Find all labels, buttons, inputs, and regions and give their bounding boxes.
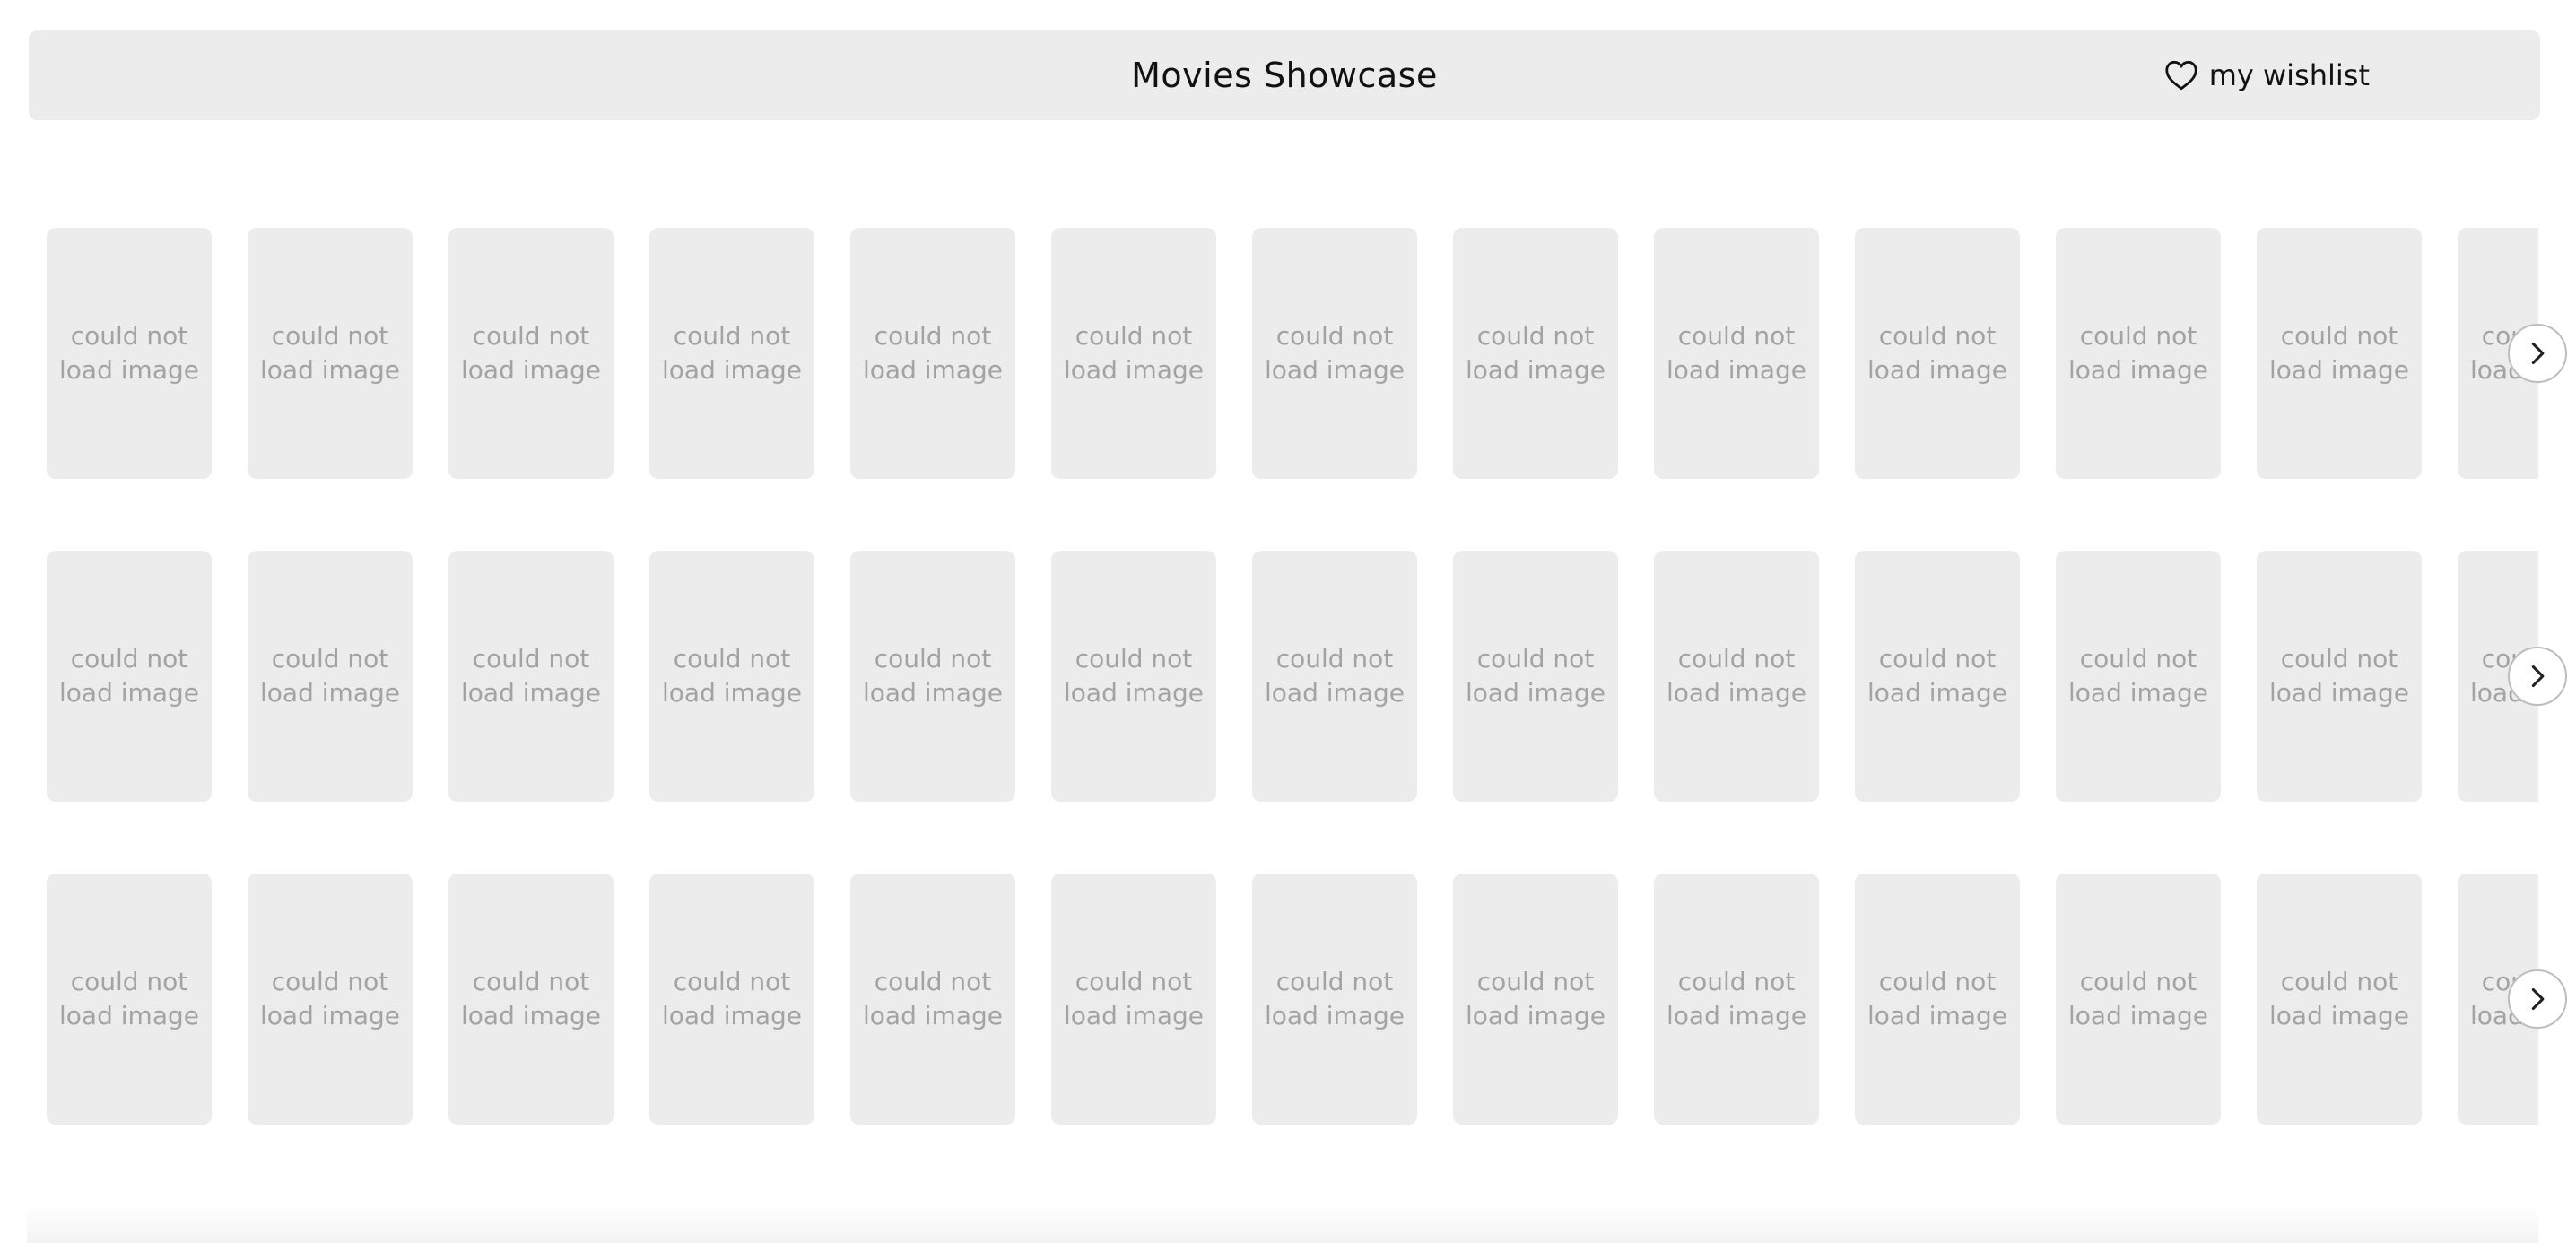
image-fallback-text: could not load image [2269,644,2409,708]
image-fallback-text: could not load image [863,967,1003,1030]
movie-card[interactable]: could not load image [1453,228,1618,479]
image-fallback-text: could not load image [1265,644,1405,708]
wishlist-link[interactable]: my wishlist [2164,30,2370,120]
movie-card[interactable]: could not load image [448,228,614,479]
image-fallback-text: could not load image [2269,321,2409,385]
movie-row: could not load image could not load image… [47,874,2567,1125]
image-fallback-text: could not load image [863,321,1003,385]
movie-card[interactable]: could not load image [448,874,614,1125]
image-fallback-text: could not load image [662,321,802,385]
movie-card[interactable]: could not load image [1252,228,1417,479]
image-fallback-text: could not load image [2068,644,2208,708]
image-fallback-text: could not load image [59,967,199,1030]
movie-card[interactable]: could not load image [1453,874,1618,1125]
movie-card[interactable]: could not load image [649,551,814,802]
movie-card[interactable]: could not load image [2257,874,2422,1125]
chevron-right-icon [2525,341,2550,366]
image-fallback-text: could not load image [2068,967,2208,1030]
image-fallback-text: could not load image [1867,644,2007,708]
next-button[interactable] [2508,969,2567,1029]
bottom-section-edge [27,1202,2538,1243]
movie-card[interactable]: could not load image [448,551,614,802]
image-fallback-text: could not load image [461,644,601,708]
image-fallback-text: could not load image [662,644,802,708]
image-fallback-text: could not load image [1867,967,2007,1030]
movie-card[interactable]: could not load image [248,874,413,1125]
movie-card[interactable]: could not load image [1855,551,2020,802]
movie-card[interactable]: could not load image [1051,551,1216,802]
movie-card[interactable]: could not load image [1654,874,1819,1125]
movie-card[interactable]: could not load image [1252,874,1417,1125]
movie-card[interactable]: could not load image [2056,874,2221,1125]
movie-card[interactable]: could not load image [1654,228,1819,479]
movie-card[interactable]: could not load image [850,228,1015,479]
movie-row: could not load image could not load image… [47,551,2567,802]
movie-card[interactable]: could not load image [248,551,413,802]
movie-card[interactable]: could not load image [2056,551,2221,802]
image-fallback-text: could not load image [59,644,199,708]
movie-row-track: could not load image could not load image… [47,551,2538,802]
image-fallback-text: could not load image [260,321,400,385]
image-fallback-text: could not load image [1667,321,1806,385]
movie-card[interactable]: could not load image [1051,228,1216,479]
heart-icon [2164,60,2198,91]
image-fallback-text: could not load image [662,967,802,1030]
movie-card[interactable]: could not load image [47,551,212,802]
image-fallback-text: could not load image [59,321,199,385]
image-fallback-text: could not load image [461,321,601,385]
movie-card[interactable]: could not load image [850,551,1015,802]
chevron-right-icon [2525,987,2550,1012]
image-fallback-text: could not load image [1466,967,1606,1030]
movie-row-track: could not load image could not load image… [47,228,2538,479]
image-fallback-text: could not load image [863,644,1003,708]
movie-card[interactable]: could not load image [649,874,814,1125]
image-fallback-text: could not load image [1466,644,1606,708]
image-fallback-text: could not load image [260,967,400,1030]
movie-card[interactable]: could not load image [1252,551,1417,802]
image-fallback-text: could not load image [2269,967,2409,1030]
movie-card[interactable]: could not load image [2257,228,2422,479]
movie-card[interactable]: could not load image [1855,874,2020,1125]
movie-card[interactable]: could not load image [1051,874,1216,1125]
image-fallback-text: could not load image [1265,321,1405,385]
image-fallback-text: could not load image [1466,321,1606,385]
movie-card[interactable]: could not load image [47,228,212,479]
movie-card[interactable]: could not load image [1453,551,1618,802]
movie-card[interactable]: could not load image [2257,551,2422,802]
movie-card[interactable]: could not load image [1654,551,1819,802]
image-fallback-text: could not load image [1667,644,1806,708]
chevron-right-icon [2525,664,2550,689]
image-fallback-text: could not load image [1667,967,1806,1030]
image-fallback-text: could not load image [1064,321,1204,385]
image-fallback-text: could not load image [461,967,601,1030]
wishlist-label: my wishlist [2208,58,2370,92]
image-fallback-text: could not load image [2068,321,2208,385]
movie-card[interactable]: could not load image [2056,228,2221,479]
movie-row: could not load image could not load image… [47,228,2567,479]
movie-row-track: could not load image could not load image… [47,874,2538,1125]
movie-card[interactable]: could not load image [47,874,212,1125]
app-header: Movies Showcase my wishlist [29,30,2540,120]
next-button[interactable] [2508,647,2567,706]
movie-card[interactable]: could not load image [248,228,413,479]
image-fallback-text: could not load image [1265,967,1405,1030]
image-fallback-text: could not load image [1867,321,2007,385]
next-button[interactable] [2508,324,2567,383]
image-fallback-text: could not load image [260,644,400,708]
movie-card[interactable]: could not load image [649,228,814,479]
movie-card[interactable]: could not load image [1855,228,2020,479]
image-fallback-text: could not load image [1064,967,1204,1030]
movie-card[interactable]: could not load image [850,874,1015,1125]
image-fallback-text: could not load image [1064,644,1204,708]
